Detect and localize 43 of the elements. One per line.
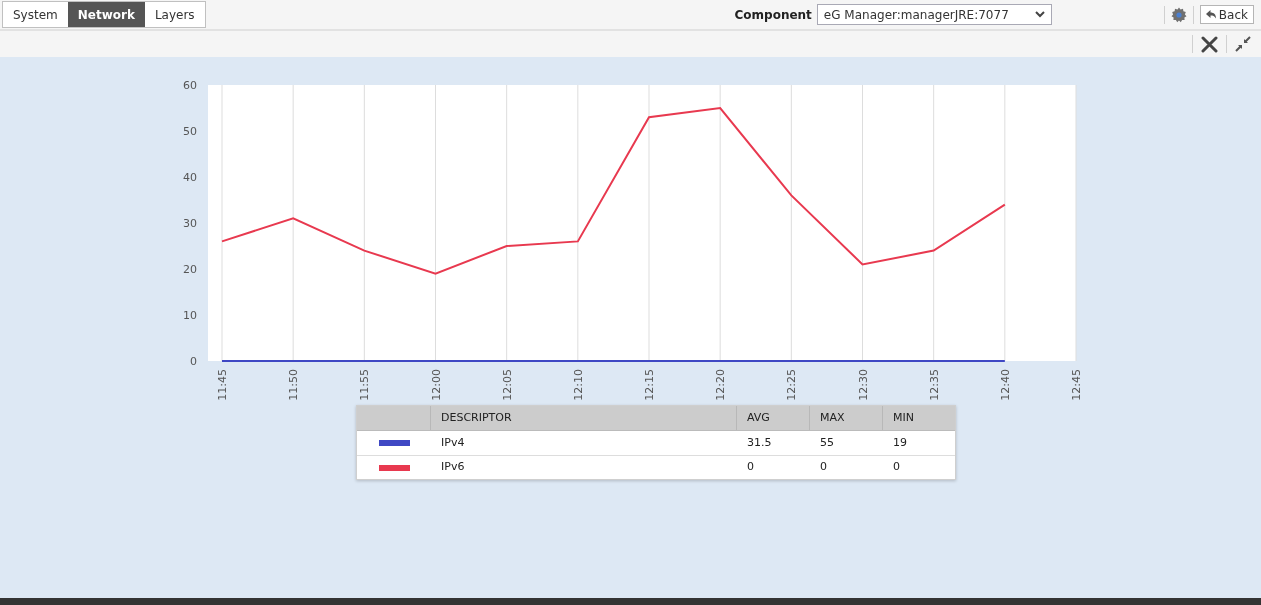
table-cell-text: 0 xyxy=(892,459,901,476)
y-axis-label: 20 xyxy=(183,263,197,276)
x-axis-label: 12:15 xyxy=(643,369,656,401)
x-axis-label: 11:55 xyxy=(358,369,372,401)
x-axis-label: 12:05 xyxy=(500,369,514,401)
table-cell-text: 0 xyxy=(746,459,755,476)
tab[interactable]: Layers xyxy=(144,2,205,27)
table-cell-text: 31.5 xyxy=(746,434,773,451)
x-axis-label: 12:45 xyxy=(1070,369,1083,401)
table-cell-text: IPv4 xyxy=(440,434,466,451)
table-cell-text: 0 xyxy=(819,459,828,476)
y-axis-label: 40 xyxy=(183,171,197,184)
dropdown-value: eG Manager:managerJRE:7077 xyxy=(823,6,1009,24)
x-axis-label: 12:35 xyxy=(927,369,941,401)
x-axis-label: 11:50 xyxy=(287,369,301,401)
table-cell-text: 55 xyxy=(819,434,835,451)
x-axis-label: 12:10 xyxy=(571,369,585,401)
x-axis-label: 12:20 xyxy=(714,369,728,401)
y-axis-label: 60 xyxy=(183,79,197,92)
y-axis-label: 10 xyxy=(183,309,197,322)
settings-icon[interactable] xyxy=(1170,6,1187,23)
x-axis-label: 12:30 xyxy=(856,369,870,401)
column-header: MAX xyxy=(810,406,883,430)
column-header: AVG xyxy=(737,406,810,430)
reply-arrow-icon xyxy=(1205,10,1216,19)
collapse-icon[interactable] xyxy=(1235,36,1251,52)
x-axis-label: 12:25 xyxy=(785,369,799,401)
x-axis-label: 12:00 xyxy=(429,369,443,401)
component-label: Component xyxy=(734,6,812,24)
y-axis-label: 50 xyxy=(183,125,197,138)
column-header: MIN xyxy=(892,409,915,426)
chevron-down-icon xyxy=(1034,11,1045,18)
table-cell-text: IPv6 xyxy=(440,459,466,476)
back-button[interactable]: Back xyxy=(1199,5,1254,24)
column-header: DESCRIPTOR xyxy=(431,406,737,430)
x-axis-label: 11:45 xyxy=(216,369,229,401)
tab[interactable]: System xyxy=(3,2,68,27)
table-cell-text: 19 xyxy=(892,434,908,451)
y-axis-label: 30 xyxy=(183,217,197,230)
component-dropdown[interactable]: eG Manager:managerJRE:7077 xyxy=(816,4,1052,25)
y-axis-label: 0 xyxy=(190,355,197,368)
x-axis-label: 12:40 xyxy=(998,369,1012,401)
tab[interactable]: Network xyxy=(67,2,145,27)
